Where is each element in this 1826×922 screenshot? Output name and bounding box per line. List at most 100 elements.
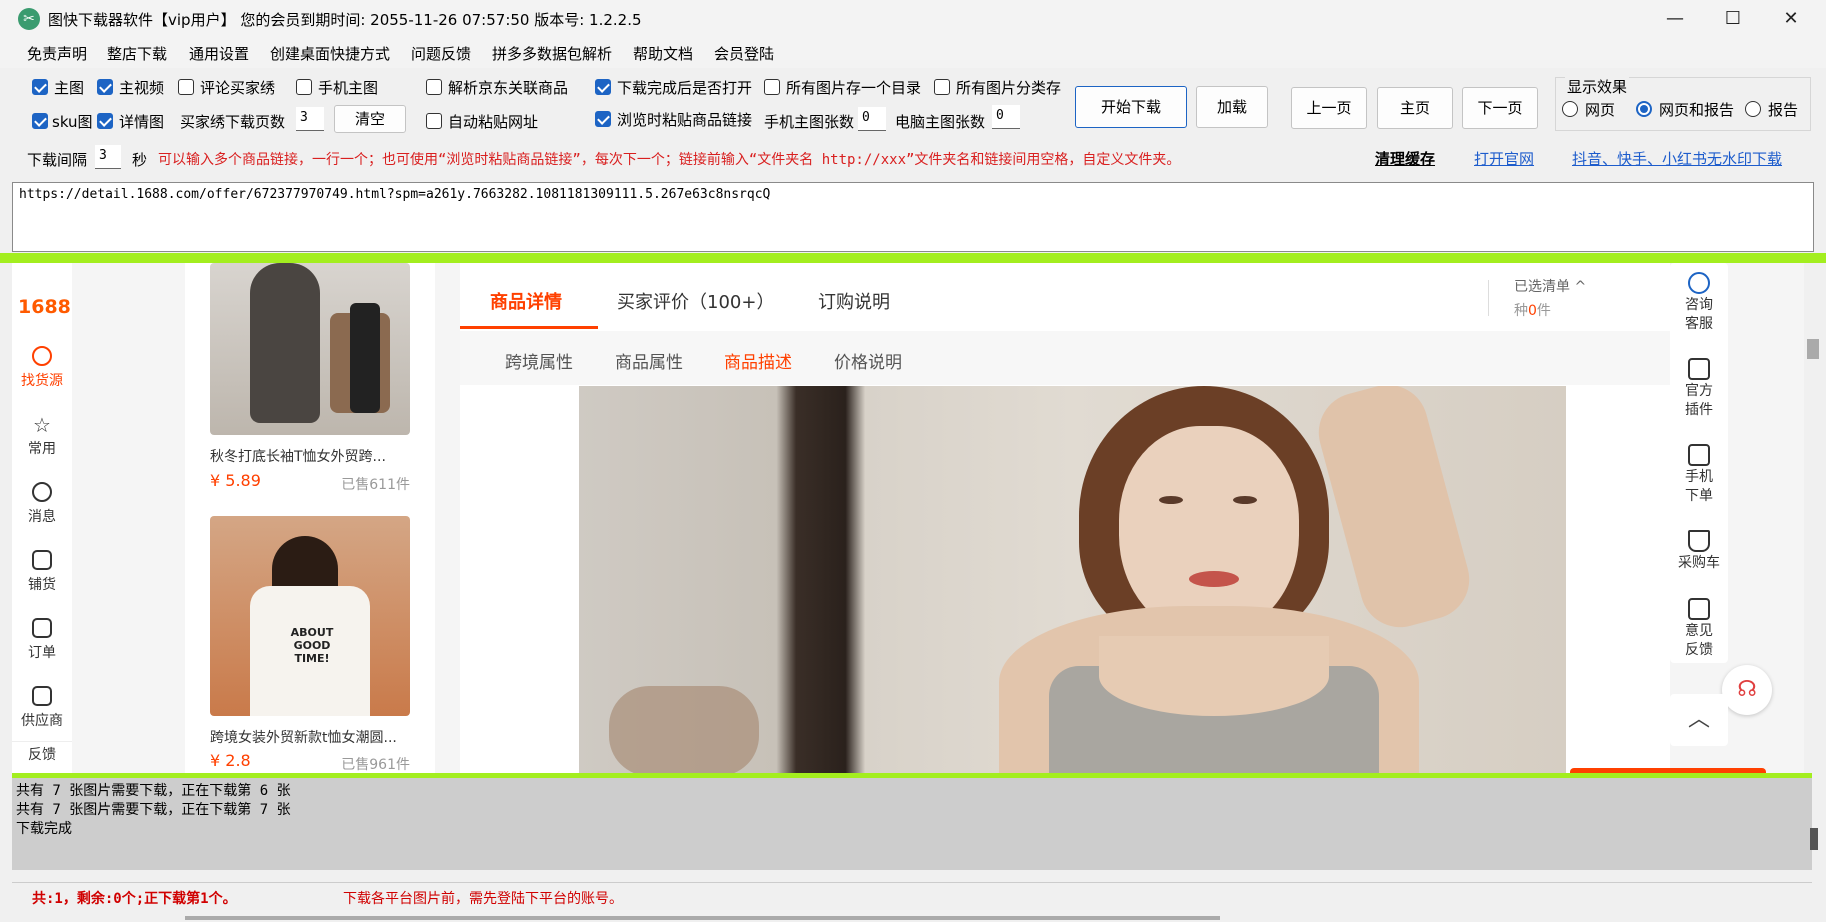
next-page-button[interactable]: 下一页	[1462, 87, 1538, 129]
site-logo[interactable]: 1688	[18, 296, 71, 318]
log-line: 共有 7 张图片需要下载，正在下载第 6 张	[16, 783, 291, 799]
menu-pdd-parse[interactable]: 拼多多数据包解析	[492, 43, 612, 64]
product-description-image	[579, 386, 1566, 773]
mobile-count-label: 手机主图张数	[764, 113, 855, 131]
maximize-button[interactable]: ☐	[1704, 0, 1762, 38]
side-mobile-order[interactable]: 手机 下单	[1670, 444, 1728, 506]
log-scrollbar[interactable]	[1810, 828, 1818, 850]
log-line: 下载完成	[16, 821, 72, 837]
box-icon	[32, 550, 52, 570]
buyer-show-pages-input[interactable]: 3	[296, 107, 324, 131]
product-image[interactable]	[210, 263, 410, 435]
side-purchase-cart[interactable]: 采购车	[1670, 530, 1728, 573]
horizontal-scrollbar[interactable]	[185, 916, 1220, 920]
detail-image-checkbox[interactable]	[97, 113, 113, 129]
all-in-one-dir-checkbox[interactable]	[764, 79, 780, 95]
nav-find-source[interactable]: 找货源	[12, 346, 72, 390]
home-icon	[32, 346, 52, 366]
open-after-done-checkbox[interactable]	[595, 79, 611, 95]
side-feedback[interactable]: 意见 反馈	[1670, 598, 1728, 660]
status-progress: 共:1，剩余:0个;正下载第1个。	[32, 891, 237, 907]
tab-order-notes[interactable]: 订购说明	[818, 288, 890, 314]
main-video-checkbox[interactable]	[97, 79, 113, 95]
parse-jd-label: 解析京东关联商品	[448, 79, 569, 97]
product-image[interactable]: ABOUT GOOD TIME!	[210, 516, 410, 716]
subtab-description[interactable]: 商品描述	[724, 348, 792, 373]
menu-feedback[interactable]: 问题反馈	[411, 43, 471, 64]
menu-member-login[interactable]: 会员登陆	[714, 43, 774, 64]
log-line: 共有 7 张图片需要下载，正在下载第 7 张	[16, 802, 291, 818]
window-title: 图快下载器软件【vip用户】 您的会员到期时间: 2055-11-26 07:5…	[48, 11, 642, 29]
nav-suppliers[interactable]: 供应商	[12, 686, 72, 730]
classify-all-checkbox[interactable]	[934, 79, 950, 95]
cart-icon	[1688, 530, 1710, 552]
menu-create-shortcut[interactable]: 创建桌面快捷方式	[270, 43, 390, 64]
minimize-button[interactable]: —	[1646, 0, 1704, 38]
supplier-icon	[32, 686, 52, 706]
nav-messages[interactable]: 消息	[12, 482, 72, 526]
review-buyer-show-checkbox[interactable]	[178, 79, 194, 95]
product-title[interactable]: 秋冬打底长袖T恤女外贸跨...	[210, 446, 410, 466]
start-download-button[interactable]: 开始下载	[1075, 86, 1187, 128]
radio-web[interactable]	[1562, 101, 1578, 117]
home-page-button[interactable]: 主页	[1377, 87, 1453, 129]
menu-shop-download[interactable]: 整店下载	[107, 43, 167, 64]
classify-all-label: 所有图片分类存	[956, 79, 1062, 97]
product-title[interactable]: 跨境女装外贸新款t恤女潮圆...	[210, 727, 410, 747]
subtab-attributes[interactable]: 商品属性	[615, 348, 683, 373]
clear-cache-link[interactable]: 清理缓存	[1375, 148, 1435, 169]
url-input[interactable]: https://detail.1688.com/offer/6723779707…	[12, 182, 1814, 252]
close-button[interactable]: ✕	[1762, 0, 1820, 38]
auto-paste-checkbox[interactable]	[426, 113, 442, 129]
product-sold: 已售961件	[341, 757, 410, 773]
radio-web-report[interactable]	[1636, 101, 1652, 117]
app-logo-icon: ✂	[18, 8, 40, 30]
review-buyer-show-label: 评论买家绣	[200, 79, 276, 97]
paste-on-browse-checkbox[interactable]	[595, 111, 611, 127]
menu-general-settings[interactable]: 通用设置	[189, 43, 249, 64]
order-icon	[32, 618, 52, 638]
official-site-link[interactable]: 打开官网	[1474, 148, 1534, 169]
subtab-cross-border[interactable]: 跨境属性	[505, 348, 573, 373]
selected-list-toggle[interactable]: 已选清单 ^	[1514, 276, 1586, 296]
radio-report-label: 报告	[1768, 101, 1799, 119]
parse-jd-checkbox[interactable]	[426, 79, 442, 95]
load-button[interactable]: 加载	[1196, 86, 1268, 128]
prev-page-button[interactable]: 上一页	[1291, 87, 1367, 129]
interval-input[interactable]: 3	[95, 145, 121, 169]
menu-disclaimer[interactable]: 免责声明	[27, 43, 87, 64]
qr-code-icon	[1688, 444, 1710, 466]
active-tab-indicator	[460, 326, 598, 329]
back-to-top-button[interactable]: ︿	[1670, 694, 1728, 746]
mobile-main-image-checkbox[interactable]	[296, 79, 312, 95]
buyer-show-pages-label: 买家绣下载页数	[180, 113, 286, 131]
nav-orders[interactable]: 订单	[12, 618, 72, 662]
menu-help-docs[interactable]: 帮助文档	[633, 43, 693, 64]
nav-feedback[interactable]: 反馈	[12, 741, 72, 764]
subtab-pricing[interactable]: 价格说明	[834, 348, 902, 373]
detail-image-label: 详情图	[119, 113, 165, 131]
edit-icon	[1688, 598, 1710, 620]
radio-report[interactable]	[1745, 101, 1761, 117]
mobile-count-input[interactable]: 0	[858, 107, 886, 131]
headset-icon: ☊	[1737, 677, 1757, 702]
main-image-checkbox[interactable]	[32, 79, 48, 95]
browser-scrollbar[interactable]	[1804, 263, 1824, 773]
no-watermark-link[interactable]: 抖音、快手、小红书无水印下载	[1572, 148, 1782, 169]
sku-image-label: sku图	[52, 113, 93, 131]
sku-image-checkbox[interactable]	[32, 113, 48, 129]
puzzle-icon	[1688, 358, 1710, 380]
pc-count-input[interactable]: 0	[992, 105, 1020, 129]
clear-button[interactable]: 清空	[334, 105, 406, 133]
tab-buyer-reviews[interactable]: 买家评价（100+）	[617, 288, 774, 314]
side-customer-service[interactable]: 咨询 客服	[1670, 272, 1728, 334]
all-in-one-dir-label: 所有图片存一个目录	[786, 79, 922, 97]
download-log: 共有 7 张图片需要下载，正在下载第 6 张 共有 7 张图片需要下载，正在下载…	[12, 778, 1812, 870]
nav-favorites[interactable]: ☆ 常用	[12, 414, 72, 458]
side-official-plugin[interactable]: 官方 插件	[1670, 358, 1728, 420]
nav-distribute[interactable]: 铺货	[12, 550, 72, 594]
tab-product-detail[interactable]: 商品详情	[490, 288, 562, 314]
product-price: ¥ 2.8	[210, 751, 251, 770]
radio-web-label: 网页	[1585, 101, 1616, 119]
support-float-button[interactable]: ☊	[1722, 665, 1772, 715]
